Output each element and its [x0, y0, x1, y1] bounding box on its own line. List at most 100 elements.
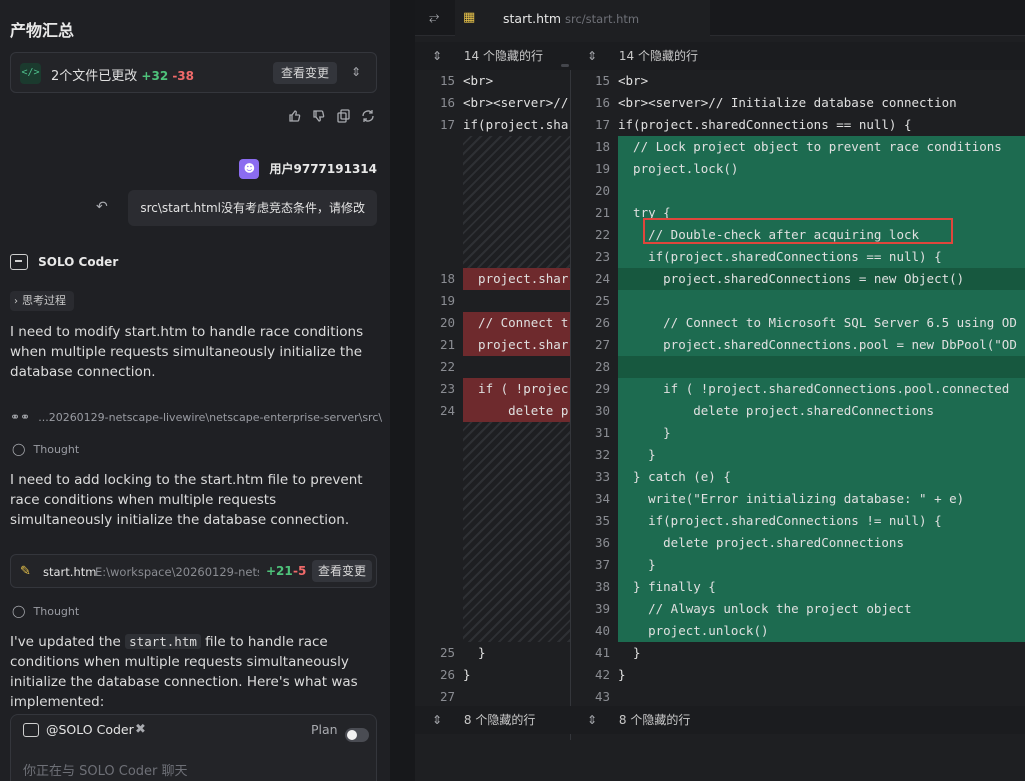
line-number: 27: [594, 337, 610, 352]
line-number: 20: [594, 183, 610, 198]
line-number: 19: [439, 293, 455, 308]
code-line: 27: [415, 686, 570, 708]
refresh-icon[interactable]: [362, 110, 374, 122]
code-line: 24 project.sharedConnections = new Objec…: [570, 268, 1025, 290]
chevron-updown-icon[interactable]: ⇕: [351, 65, 361, 79]
chat-input-placeholder[interactable]: 你正在与 SOLO Coder 聊天: [23, 760, 188, 779]
line-number: 17: [439, 117, 455, 132]
line-text: delete project.sharedConnections: [618, 403, 935, 418]
diff-editor: ⥂ ▦ start.htm src/start.htm ⇕ 14 个隐藏的行 1…: [415, 0, 1025, 781]
file-lines-added: +21: [266, 564, 293, 578]
code-line: 26 // Connect to Microsoft SQL Server 6.…: [570, 312, 1025, 334]
file-change-card[interactable]: ✎ start.htm E:\workspace\20260129-nets..…: [10, 554, 377, 588]
hidden-lines-bottom-left[interactable]: ⇕ 8 个隐藏的行: [415, 706, 570, 734]
panel-divider[interactable]: [390, 0, 415, 781]
message-actions: [287, 108, 377, 124]
collapse-icon[interactable]: ⥂: [429, 10, 439, 25]
user-icon: ☻: [239, 158, 260, 179]
expand-icon: ⇕: [587, 49, 598, 63]
plan-mode-label: Plan: [311, 722, 338, 737]
code-line: 43: [570, 686, 1025, 708]
file-card-name: start.htm: [43, 565, 97, 579]
line-text: }: [618, 667, 626, 682]
lines-removed: -38: [172, 69, 195, 83]
line-number: 16: [594, 95, 610, 110]
hidden-lines-label: 8 个隐藏的行: [618, 713, 691, 727]
code-line: 32 }: [570, 444, 1025, 466]
line-text: project.sharedConnections = new Object(): [618, 271, 965, 286]
hidden-lines-bottom-right[interactable]: ⇕ 8 个隐藏的行: [570, 706, 1025, 734]
line-number: 26: [594, 315, 610, 330]
line-text: project.shar: [463, 337, 569, 352]
line-number: 21: [439, 337, 455, 352]
thought-indicator-1: ◯ Thought: [12, 440, 79, 456]
code-line: 35 if(project.sharedConnections != null)…: [570, 510, 1025, 532]
code-line: 23 if(project.sharedConnections == null)…: [570, 246, 1025, 268]
diff-file-icon: ▦: [463, 10, 476, 25]
line-number: 37: [594, 557, 610, 572]
code-line: 25: [570, 290, 1025, 312]
hidden-lines-top-left[interactable]: ⇕ 14 个隐藏的行: [415, 42, 570, 70]
line-text: delete project.sharedConnections: [618, 535, 904, 550]
line-number: 16: [439, 95, 455, 110]
thumbs-down-icon[interactable]: [313, 110, 325, 122]
line-text: write("Error initializing database: " + …: [618, 491, 965, 506]
agent-name: SOLO Coder: [38, 254, 119, 269]
line-text: }: [463, 667, 471, 682]
undo-icon[interactable]: ↶: [96, 199, 108, 215]
agent-header: SOLO Coder: [10, 251, 118, 271]
editor-tab[interactable]: ▦ start.htm src/start.htm: [455, 0, 710, 36]
copy-icon[interactable]: [337, 109, 350, 123]
thinking-toggle[interactable]: › 思考过程: [10, 291, 74, 311]
line-text: // Always unlock the project object: [618, 601, 912, 616]
code-line: 28: [570, 356, 1025, 378]
code-line: 16 <br><server>//: [415, 92, 570, 114]
line-number: 32: [594, 447, 610, 462]
thumbs-up-icon[interactable]: [289, 110, 301, 122]
file-view-changes-button[interactable]: 查看变更: [312, 560, 372, 582]
user-name: 用户9777191314: [269, 162, 378, 176]
code-line: 30 delete project.sharedConnections: [570, 400, 1025, 422]
line-number: 15: [594, 73, 610, 88]
code-line: 40 project.unlock(): [570, 620, 1025, 642]
line-text: } catch (e) {: [618, 469, 731, 484]
agent-mention[interactable]: @SOLO Coder: [46, 722, 134, 737]
changes-card[interactable]: </> 2个文件已更改 +32 -38 查看变更 ⇕: [10, 52, 377, 93]
thought-indicator-2: ◯ Thought: [12, 602, 79, 618]
scrollbar-thumb[interactable]: [561, 64, 569, 67]
line-number: 26: [439, 667, 455, 682]
line-text: }: [618, 645, 641, 660]
modified-pane: ⇕ 14 个隐藏的行 15 <br> 16 <br><server>// Initia…: [570, 42, 1025, 740]
chat-input-box[interactable]: @SOLO Coder ✖ Plan 你正在与 SOLO Coder 聊天: [10, 714, 377, 781]
file-reference[interactable]: ⚭⚭ ...20260129-netscape-livewire\netscap…: [10, 407, 382, 425]
code-line: 37 }: [570, 554, 1025, 576]
expand-icon: ⇕: [432, 713, 443, 727]
line-text: }: [463, 645, 486, 660]
tools-icon[interactable]: ✖: [135, 722, 146, 737]
line-number: 33: [594, 469, 610, 484]
thinking-label: 思考过程: [22, 294, 66, 307]
bot-icon: [23, 723, 39, 737]
code-line: 41 }: [570, 642, 1025, 664]
line-number: 24: [439, 403, 455, 418]
hidden-lines-top-right[interactable]: ⇕ 14 个隐藏的行: [570, 42, 1025, 70]
chevron-right-icon: ›: [14, 296, 18, 307]
view-changes-button[interactable]: 查看变更: [273, 62, 337, 84]
code-icon: </>: [20, 63, 41, 84]
line-number: 20: [439, 315, 455, 330]
lines-added: +32: [141, 69, 169, 83]
code-line: 18 // Lock project object to prevent rac…: [570, 136, 1025, 158]
line-number: 40: [594, 623, 610, 638]
code-line: 33 } catch (e) {: [570, 466, 1025, 488]
line-text: <br>: [463, 73, 494, 88]
line-text: // Connect to Microsoft SQL Server 6.5 u…: [618, 315, 1017, 330]
code-line: 17 if(project.sharedConnections == null) …: [570, 114, 1025, 136]
agent-message-1: I need to modify start.htm to handle rac…: [10, 324, 364, 380]
plan-mode-toggle[interactable]: [345, 727, 369, 742]
message-action-icons: [289, 109, 374, 123]
code-line: 24 delete p: [415, 400, 570, 422]
line-text: project.sharedConnections.pool = new DbP…: [618, 337, 1017, 352]
line-text: if(project.sharedConnections == null) {: [618, 117, 912, 132]
changes-summary-text: 2个文件已更改: [51, 69, 138, 84]
tab-file-name: start.htm: [503, 11, 562, 26]
